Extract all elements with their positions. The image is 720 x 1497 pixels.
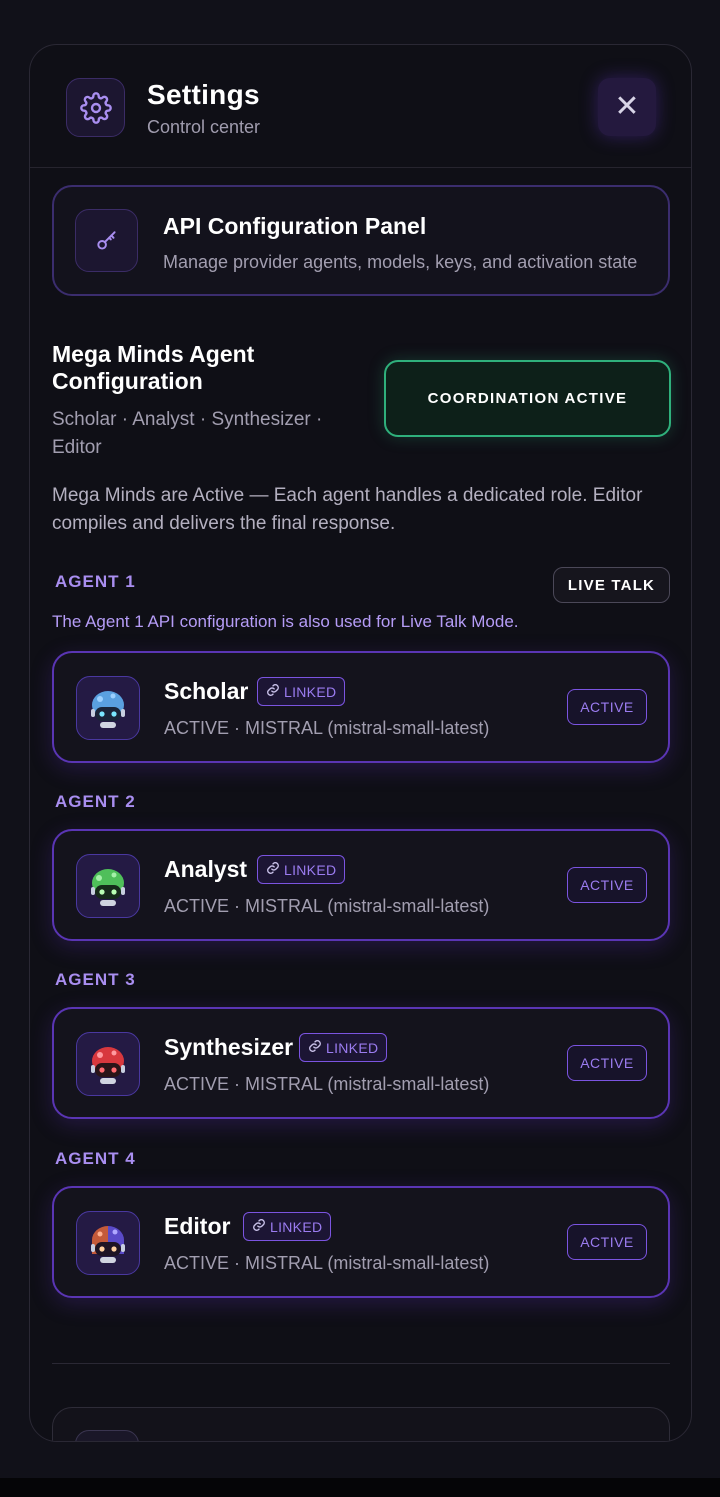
section-icon xyxy=(75,1430,139,1441)
close-icon: ✕ xyxy=(614,90,640,123)
robot-avatar-icon xyxy=(76,1211,140,1275)
live-talk-note: The Agent 1 API configuration is also us… xyxy=(52,612,519,631)
link-icon xyxy=(266,683,280,700)
next-section-card[interactable] xyxy=(52,1407,670,1441)
linked-badge: LINKED xyxy=(299,1033,388,1062)
robot-avatar-icon xyxy=(76,1032,140,1096)
agent-status: ACTIVE · MISTRAL (mistral-small-latest) xyxy=(164,718,490,738)
gear-icon xyxy=(66,78,125,137)
linked-label: LINKED xyxy=(270,1218,323,1235)
agent-card-analyst[interactable]: Analyst LINKED ACTIVE · MISTRAL (mistral… xyxy=(52,829,670,941)
mega-minds-roles: Scholar · Analyst · Synthesizer · Editor xyxy=(52,409,323,458)
active-toggle-button[interactable]: ACTIVE xyxy=(567,1045,647,1081)
system-navigation-bar xyxy=(0,1478,720,1497)
agent-status: ACTIVE · MISTRAL (mistral-small-latest) xyxy=(164,1253,490,1273)
section-divider xyxy=(52,1363,670,1364)
link-icon xyxy=(252,1218,266,1235)
mega-minds-description: Mega Minds are Active — Each agent handl… xyxy=(52,485,643,534)
agent-card-scholar[interactable]: Scholar LINKED ACTIVE · MISTRAL (mistral… xyxy=(52,651,670,763)
linked-label: LINKED xyxy=(284,861,337,878)
coordination-active-button[interactable]: COORDINATION ACTIVE xyxy=(384,360,671,437)
agent-status: ACTIVE · MISTRAL (mistral-small-latest) xyxy=(164,1074,490,1094)
agent-4-label: AGENT 4 xyxy=(55,1149,136,1168)
api-panel-subtitle: Manage provider agents, models, keys, an… xyxy=(163,252,638,272)
link-icon xyxy=(308,1039,322,1056)
api-configuration-panel[interactable]: API Configuration Panel Manage provider … xyxy=(52,185,670,296)
linked-label: LINKED xyxy=(284,683,337,700)
agent-name: Editor xyxy=(164,1213,231,1239)
link-icon xyxy=(266,861,280,878)
key-icon xyxy=(75,209,138,272)
active-toggle-button[interactable]: ACTIVE xyxy=(567,689,647,725)
linked-badge: LINKED xyxy=(257,677,346,706)
agent-name: Analyst xyxy=(164,856,248,882)
agent-status: ACTIVE · MISTRAL (mistral-small-latest) xyxy=(164,896,490,916)
modal-header: Settings Control center ✕ xyxy=(30,45,691,168)
api-panel-title: API Configuration Panel xyxy=(163,213,427,239)
robot-avatar-icon xyxy=(76,676,140,740)
mega-minds-title: Mega Minds Agent Configuration xyxy=(52,341,255,394)
linked-badge: LINKED xyxy=(257,855,346,884)
active-toggle-button[interactable]: ACTIVE xyxy=(567,1224,647,1260)
agent-name: Synthesizer xyxy=(164,1034,294,1060)
live-talk-badge[interactable]: LIVE TALK xyxy=(553,567,670,603)
agent-card-synthesizer[interactable]: Synthesizer LINKED ACTIVE · MISTRAL (mis… xyxy=(52,1007,670,1119)
active-toggle-button[interactable]: ACTIVE xyxy=(567,867,647,903)
close-button[interactable]: ✕ xyxy=(598,78,656,136)
agent-1-label: AGENT 1 xyxy=(55,572,136,591)
agent-2-label: AGENT 2 xyxy=(55,792,136,811)
agent-card-editor[interactable]: Editor LINKED ACTIVE · MISTRAL (mistral-… xyxy=(52,1186,670,1298)
robot-avatar-icon xyxy=(76,854,140,918)
page-subtitle: Control center xyxy=(147,117,261,137)
linked-badge: LINKED xyxy=(243,1212,332,1241)
page-title: Settings xyxy=(147,79,260,110)
agent-name: Scholar xyxy=(164,678,249,704)
agent-3-label: AGENT 3 xyxy=(55,970,136,989)
settings-modal: Settings Control center ✕ API Configurat… xyxy=(29,44,692,1442)
linked-label: LINKED xyxy=(326,1039,379,1056)
